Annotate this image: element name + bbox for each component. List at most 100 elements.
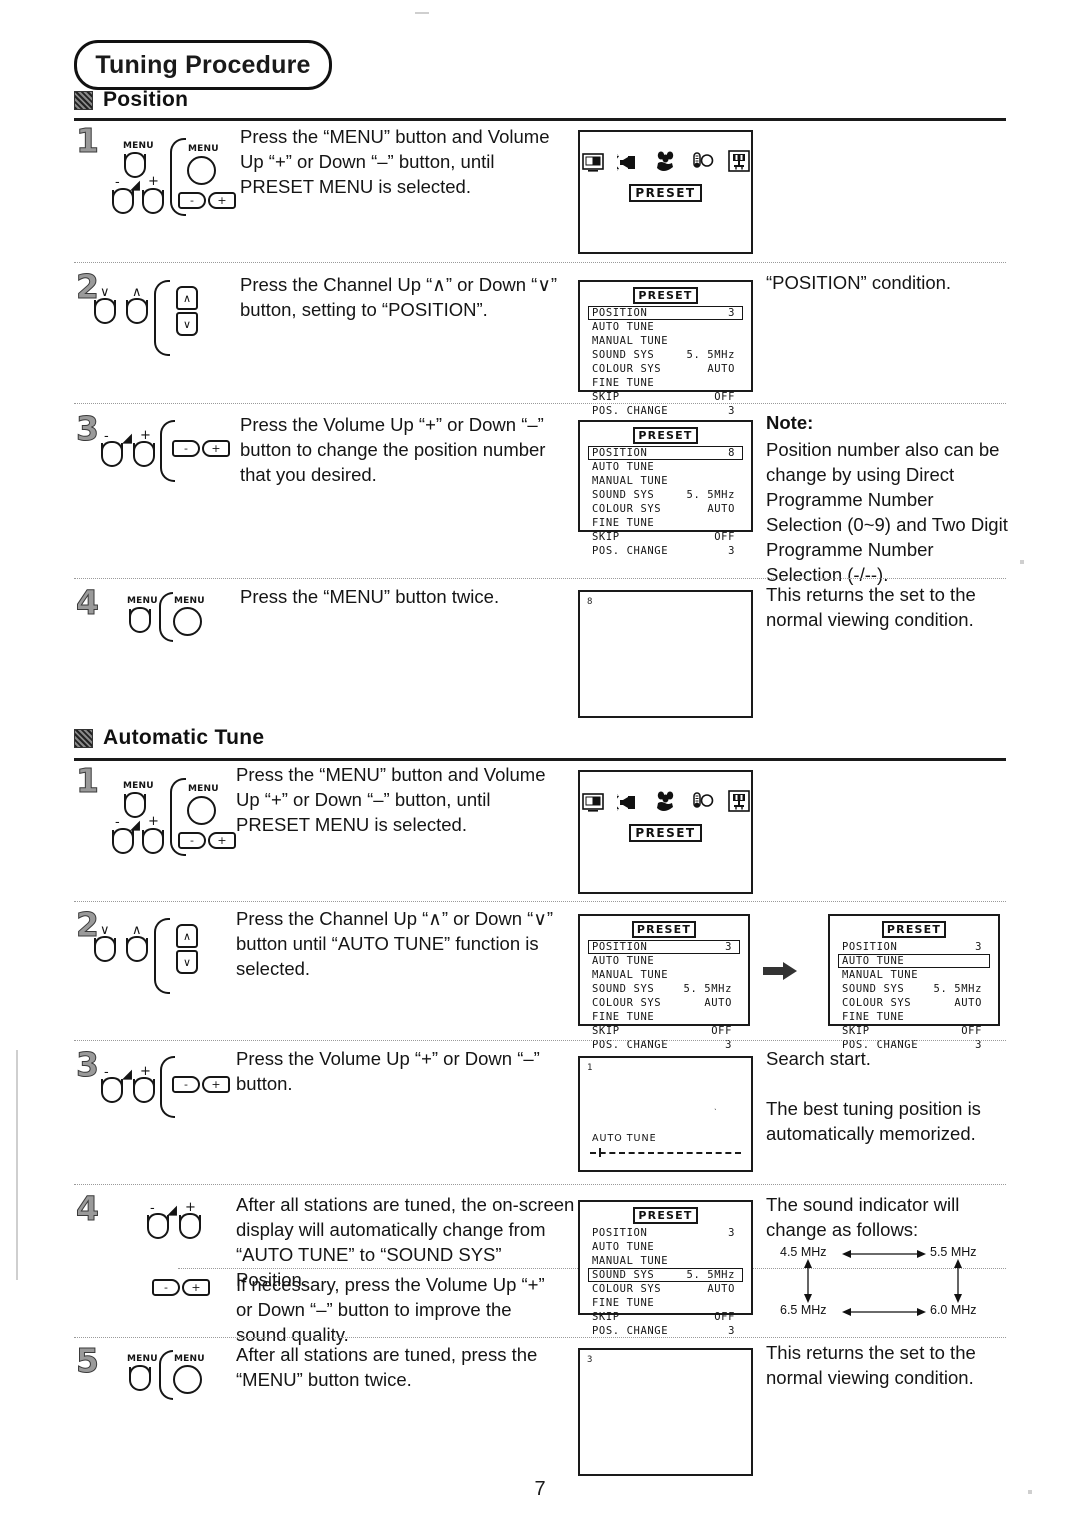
remote-volume-down[interactable]: -	[172, 1076, 200, 1093]
remote-volume-rocker[interactable]: - +	[172, 440, 230, 457]
volume-down-button[interactable]	[147, 1213, 169, 1239]
osd-row[interactable]: SOUND SYS 5. 5MHz	[588, 348, 743, 362]
set-channel-up-button[interactable]	[126, 936, 148, 962]
volume-up-button[interactable]	[179, 1213, 201, 1239]
remote-channel-down[interactable]: ∨	[176, 312, 198, 336]
remote-menu-button[interactable]	[187, 796, 216, 825]
set-menu-button[interactable]	[129, 607, 151, 633]
remote-channel-rocker[interactable]: ∧ ∨	[176, 924, 198, 974]
osd-row[interactable]: SKIP OFF	[588, 1024, 740, 1038]
volume-down-button[interactable]	[101, 1077, 123, 1103]
osd-row[interactable]: COLOUR SYS AUTO	[588, 502, 743, 516]
set-menu-label: MENU	[127, 596, 158, 606]
section-heading-label: Position	[103, 88, 189, 111]
set-menu-button[interactable]	[129, 1365, 151, 1391]
page-title-text: Tuning Procedure	[95, 50, 311, 79]
volume-plus-label: +	[148, 174, 159, 189]
osd-row[interactable]: AUTO TUNE	[588, 460, 743, 474]
step-instruction: Press the “MENU” button and Volume Up “+…	[236, 764, 546, 835]
osd-row[interactable]: SOUND SYS 5. 5MHz	[588, 488, 743, 502]
osd-row[interactable]: MANUAL TUNE	[588, 474, 743, 488]
page-number: 7	[534, 1478, 546, 1500]
remote-volume-up[interactable]: +	[208, 832, 236, 849]
volume-up-button[interactable]	[142, 188, 164, 214]
volume-up-button[interactable]	[133, 1077, 155, 1103]
remote-menu-button[interactable]	[187, 156, 216, 185]
osd-row[interactable]: MANUAL TUNE	[588, 334, 743, 348]
osd-row[interactable]: COLOUR SYS AUTO	[838, 996, 990, 1010]
osd-row[interactable]: POSITION 3	[588, 940, 740, 954]
osd-row[interactable]: SKIP OFF	[588, 1310, 743, 1324]
osd-row[interactable]: POS. CHANGE 3	[588, 404, 743, 418]
osd-row[interactable]: POS. CHANGE 3	[588, 1324, 743, 1338]
remote-menu-button[interactable]	[173, 1365, 202, 1394]
remote-volume-up[interactable]: +	[202, 440, 230, 457]
osd-row[interactable]: POSITION 3	[588, 1226, 743, 1240]
osd-row[interactable]: AUTO TUNE	[838, 954, 990, 968]
volume-minus-label: -	[115, 815, 120, 830]
remote-volume-down[interactable]: -	[172, 440, 200, 457]
set-channel-up-button[interactable]	[126, 298, 148, 324]
remote-channel-up[interactable]: ∧	[176, 924, 198, 948]
volume-up-button[interactable]	[142, 828, 164, 854]
osd-row[interactable]: FINE TUNE	[588, 1010, 740, 1024]
osd-row[interactable]: COLOUR SYS AUTO	[588, 362, 743, 376]
brace-icon	[154, 918, 170, 994]
remote-volume-up[interactable]: +	[182, 1279, 210, 1296]
remote-volume-down[interactable]: -	[178, 192, 206, 209]
remote-channel-rocker[interactable]: ∧ ∨	[176, 286, 198, 336]
remote-menu-button[interactable]	[173, 607, 202, 636]
volume-up-button[interactable]	[133, 441, 155, 467]
progress-dashes	[590, 1152, 741, 1154]
osd-row[interactable]: COLOUR SYS AUTO	[588, 996, 740, 1010]
remote-volume-down[interactable]: -	[178, 832, 206, 849]
osd-row[interactable]: MANUAL TUNE	[588, 1254, 743, 1268]
set-channel-down-button[interactable]	[94, 298, 116, 324]
osd-row[interactable]: MANUAL TUNE	[838, 968, 990, 982]
osd-row[interactable]: MANUAL TUNE	[588, 968, 740, 982]
progress-tick	[599, 1148, 601, 1157]
volume-down-button[interactable]	[112, 188, 134, 214]
brace-icon	[159, 592, 173, 642]
osd-row[interactable]: AUTO TUNE	[588, 954, 740, 968]
osd-row[interactable]: SOUND SYS 5. 5MHz	[588, 982, 740, 996]
osd-row[interactable]: POS. CHANGE 3	[588, 544, 743, 558]
osd-row[interactable]: FINE TUNE	[588, 1296, 743, 1310]
remote-volume-down[interactable]: -	[152, 1279, 180, 1296]
volume-down-button[interactable]	[112, 828, 134, 854]
osd-row[interactable]: FINE TUNE	[838, 1010, 990, 1024]
remote-volume-up[interactable]: +	[208, 192, 236, 209]
set-channel-down-button[interactable]	[94, 936, 116, 962]
osd-row[interactable]: SKIP OFF	[588, 530, 743, 544]
osd-rows: POSITION 8 AUTO TUNE MANUAL TUNE SOUND SY…	[580, 446, 751, 558]
osd-row[interactable]: SOUND SYS 5. 5MHz	[838, 982, 990, 996]
tv-screen-auto-tune: 1 ˎ AUTO TUNE	[578, 1056, 753, 1172]
remote-volume-up[interactable]: +	[202, 1076, 230, 1093]
sound-system-cycle-diagram: 4.5 MHz 5.5 MHz 6.5 MHz 6.0 MHz	[780, 1245, 1010, 1323]
remote-volume-rocker[interactable]: - +	[178, 832, 236, 849]
osd-row[interactable]: POSITION 8	[588, 446, 743, 460]
osd-row[interactable]: COLOUR SYS AUTO	[588, 1282, 743, 1296]
step-divider	[74, 901, 1006, 902]
set-menu-button[interactable]	[124, 792, 146, 818]
remote-channel-up[interactable]: ∧	[176, 286, 198, 310]
osd-row[interactable]: SKIP OFF	[838, 1024, 990, 1038]
osd-row[interactable]: POSITION 3	[588, 306, 743, 320]
osd-row[interactable]: SKIP OFF	[588, 390, 743, 404]
volume-down-button[interactable]	[101, 441, 123, 467]
remote-volume-rocker[interactable]: - +	[178, 192, 236, 209]
osd-row[interactable]: AUTO TUNE	[588, 320, 743, 334]
control-diagram-volume: - ◢ + - +	[100, 420, 240, 488]
set-menu-button[interactable]	[124, 152, 146, 178]
cycle-label-top-left: 4.5 MHz	[780, 1245, 827, 1259]
osd-row[interactable]: FINE TUNE	[588, 376, 743, 390]
install-icon	[727, 150, 750, 172]
osd-row[interactable]: FINE TUNE	[588, 516, 743, 530]
osd-row[interactable]: AUTO TUNE	[588, 1240, 743, 1254]
osd-rows: POSITION 3 AUTO TUNE MANUAL TUNE SOUND SY…	[580, 1226, 751, 1338]
osd-row[interactable]: POSITION 3	[838, 940, 990, 954]
remote-volume-rocker[interactable]: - +	[152, 1279, 210, 1296]
remote-volume-rocker[interactable]: - +	[172, 1076, 230, 1093]
remote-channel-down[interactable]: ∨	[176, 950, 198, 974]
osd-row[interactable]: SOUND SYS 5. 5MHz	[588, 1268, 743, 1282]
